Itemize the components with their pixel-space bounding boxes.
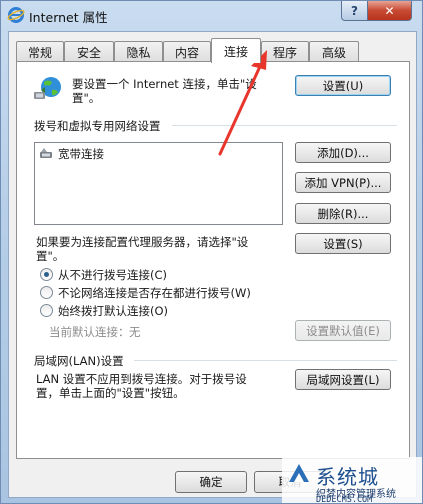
dialup-heading: 拨号和虚拟专用网络设置: [34, 119, 161, 133]
dialup-separator: [172, 125, 397, 126]
tab-programs[interactable]: 程序: [261, 41, 309, 62]
ok-button[interactable]: 确定: [175, 471, 247, 493]
proxy-text-line2: 置"。: [36, 249, 65, 263]
set-default-button[interactable]: 设置默认值(E): [295, 320, 391, 341]
radio-never-dial-label[interactable]: 从不进行拨号连接(C): [58, 267, 167, 283]
connections-panel: 要设置一个 Internet 连接，单击"设 置"。 设置(U) 拨号和虚拟专用…: [16, 61, 410, 459]
add-connection-button[interactable]: 添加(D)...: [295, 142, 391, 163]
tab-privacy[interactable]: 隐私: [114, 41, 163, 62]
lan-text-line2: 置，单击上面的"设置"按钮。: [36, 386, 185, 400]
broadband-connection-icon: [40, 148, 52, 158]
radio-always-dial-default[interactable]: [40, 304, 53, 317]
close-button[interactable]: ✕: [367, 1, 412, 21]
watermark-url: DEDECMS.COM: [316, 495, 373, 504]
list-item[interactable]: 宽带连接: [39, 146, 104, 162]
tab-advanced[interactable]: 高级: [309, 41, 359, 62]
lan-separator: [134, 360, 397, 361]
dialog-window: Internet 属性 ? ✕ 常规 安全 隐私 内容 连接 程序 高级 要设置…: [0, 0, 423, 504]
watermark-logo-icon: [289, 464, 309, 482]
internet-explorer-icon: [7, 7, 25, 23]
setup-button[interactable]: 设置(U): [295, 75, 391, 96]
tab-general[interactable]: 常规: [16, 41, 64, 62]
radio-dial-whenever-label[interactable]: 不论网络连接是否存在都进行拨号(W): [58, 285, 251, 301]
lan-settings-button[interactable]: 局域网设置(L): [295, 369, 391, 390]
current-default-label: 当前默认连接：: [49, 325, 130, 339]
tab-security[interactable]: 安全: [64, 41, 114, 62]
connection-name: 宽带连接: [58, 147, 104, 161]
delete-connection-button[interactable]: 删除(R)...: [295, 203, 391, 224]
help-button[interactable]: ?: [341, 1, 368, 21]
title-bar[interactable]: Internet 属性 ? ✕: [1, 1, 422, 31]
dialog-client-area: 常规 安全 隐私 内容 连接 程序 高级 要设置一个 Internet 连接，单…: [8, 31, 417, 498]
radio-always-dial-default-label[interactable]: 始终拨打默认连接(O): [58, 303, 168, 319]
tab-connections[interactable]: 连接: [211, 38, 261, 63]
setup-text-line2: 置"。: [72, 91, 101, 105]
proxy-settings-button[interactable]: 设置(S): [295, 233, 391, 254]
lan-heading: 局域网(LAN)设置: [34, 354, 124, 368]
window-title: Internet 属性: [29, 10, 108, 25]
add-vpn-button[interactable]: 添加 VPN(P)...: [295, 172, 391, 193]
connections-listbox[interactable]: 宽带连接: [34, 142, 283, 225]
network-globe-icon: [34, 77, 61, 99]
site-watermark: 系统城 织梦内容管理系统 DEDECMS.COM: [282, 457, 422, 504]
proxy-text-line1: 如果要为连接配置代理服务器，请选择"设: [36, 235, 249, 249]
radio-dial-whenever[interactable]: [40, 286, 53, 299]
radio-never-dial[interactable]: [40, 268, 53, 281]
tab-content[interactable]: 内容: [163, 41, 211, 62]
current-default-value: 无: [129, 325, 141, 339]
